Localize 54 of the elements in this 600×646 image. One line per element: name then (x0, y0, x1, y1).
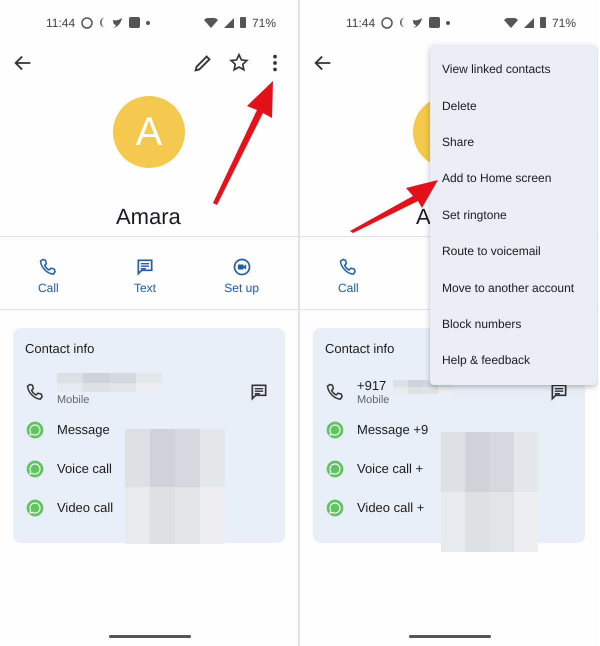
app-icon (129, 17, 140, 28)
menu-item[interactable]: Delete (430, 87, 597, 124)
status-time: 11:44 (346, 16, 376, 30)
star-icon[interactable] (228, 52, 250, 74)
wifi-icon (204, 18, 218, 28)
whatsapp-action[interactable]: Message +9 (357, 422, 428, 437)
whatsapp-action[interactable]: Video call (57, 500, 114, 515)
menu-item[interactable]: Set ringtone (430, 196, 597, 233)
card-title: Contact info (325, 341, 396, 356)
message-icon[interactable] (549, 382, 569, 402)
whatsapp-action[interactable]: Message (57, 422, 110, 437)
dot-icon (146, 20, 150, 24)
menu-item[interactable]: Add to Home screen (430, 160, 597, 197)
wifi-icon (504, 18, 518, 28)
phone-number: +917 (357, 378, 386, 393)
signal-icon (224, 18, 234, 28)
menu-item[interactable]: Route to voicemail (430, 232, 597, 270)
phone-type: Mobile (357, 394, 390, 406)
contact-name: A (416, 204, 431, 229)
whatsapp-action[interactable]: Voice call (57, 461, 112, 476)
phone-icon (38, 257, 58, 277)
signal-icon (524, 18, 534, 28)
app-icon (429, 17, 440, 28)
whatsapp-action[interactable]: Voice call + (357, 461, 424, 476)
phone-icon (338, 257, 358, 277)
message-icon[interactable] (249, 382, 269, 402)
phone-icon (25, 382, 45, 402)
menu-item[interactable]: View linked contacts (430, 51, 597, 88)
phone-type: Mobile (57, 394, 90, 406)
card-title: Contact info (25, 341, 96, 356)
avatar-letter: A (136, 110, 162, 154)
video-icon (232, 257, 252, 277)
battery-percent: 71% (252, 16, 276, 30)
bird-icon (412, 18, 424, 28)
moon-icon (99, 17, 106, 28)
text-action[interactable]: Text (96, 247, 194, 309)
bird-icon (112, 18, 124, 28)
call-action[interactable]: Call (300, 247, 397, 309)
status-time: 11:44 (46, 16, 76, 30)
menu-item[interactable]: Block numbers (430, 306, 597, 342)
menu-item[interactable]: Help & feedback (430, 342, 597, 379)
contact-name: Amara (116, 204, 181, 229)
menu-item[interactable]: Move to another account (430, 269, 597, 306)
whatsapp-action[interactable]: Video call + (357, 500, 424, 515)
battery-percent: 71% (552, 16, 576, 30)
moon-icon (399, 17, 406, 28)
video-action[interactable]: Set up (193, 247, 290, 309)
message-icon (134, 257, 155, 277)
battery-icon (540, 17, 546, 28)
phone-icon (325, 382, 345, 402)
battery-icon (240, 17, 246, 28)
dot-icon (446, 20, 450, 24)
menu-item[interactable]: Share (430, 124, 597, 160)
call-action[interactable]: Call (0, 247, 97, 309)
